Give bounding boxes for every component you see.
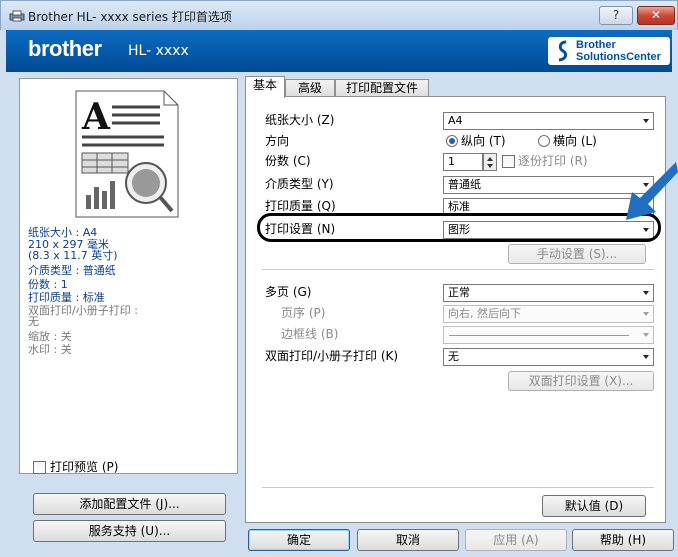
cancel-button[interactable]: 取消 — [357, 529, 459, 551]
solutions-center-button[interactable]: Brother SolutionsCenter — [548, 37, 670, 65]
chevron-down-icon — [643, 291, 649, 295]
portrait-label: 纵向 (T) — [461, 134, 506, 148]
add-profile-button[interactable]: 添加配置文件 (J)... — [33, 493, 226, 515]
summary-paper-inch: (8.3 x 11.7 英寸) — [28, 249, 118, 262]
title-bar: Brother HL- xxxx series 打印首选项 ? ✕ — [0, 0, 678, 30]
summary-copies: 份数 : 1 — [28, 278, 68, 291]
print-preview-checkbox[interactable] — [33, 461, 46, 474]
summary-scaling: 缩放 : 关 — [28, 330, 72, 343]
multipage-label: 多页 (G) — [265, 285, 312, 299]
summary-quality: 打印质量 : 标准 — [28, 291, 105, 304]
default-button[interactable]: 默认值 (D) — [542, 495, 646, 517]
summary-panel: A 纸张大小 : A4 210 x 297 毫米 (8.3 x 11.7 英寸)… — [19, 78, 238, 474]
window-title: Brother HL- xxxx series 打印首选项 — [28, 10, 232, 24]
line-style-sample — [449, 335, 629, 336]
collate-checkbox[interactable] — [502, 155, 515, 168]
brother-logo: brother — [28, 36, 102, 61]
orientation-label: 方向 — [265, 134, 290, 148]
svg-text:A: A — [81, 96, 111, 138]
solutions-line1: Brother — [576, 39, 616, 51]
support-button[interactable]: 服务支持 (U)... — [33, 520, 226, 542]
stepper-arrows-icon — [487, 157, 493, 168]
duplex-select[interactable]: 无 — [443, 348, 654, 366]
page-order-select[interactable]: 向右, 然后向下 — [443, 305, 654, 323]
duplex-label: 双面打印/小册子打印 (K) — [265, 349, 399, 363]
divider — [262, 487, 654, 488]
print-setting-label: 打印设置 (N) — [265, 222, 336, 236]
summary-duplex: 双面打印/小册子打印 : — [28, 304, 138, 317]
callout-arrow-icon — [626, 162, 678, 220]
chevron-down-icon — [643, 228, 649, 232]
paper-size-label: 纸张大小 (Z) — [265, 113, 335, 127]
close-button[interactable]: ✕ — [637, 6, 675, 25]
chevron-down-icon — [643, 119, 649, 123]
summary-duplex-value: 无 — [28, 315, 39, 328]
copies-stepper[interactable] — [483, 153, 497, 171]
help-button-bottom[interactable]: 帮助 (H) — [572, 529, 674, 551]
brand-bar: brother HL- xxxx Brother SolutionsCenter — [6, 30, 672, 72]
collate-label: 逐份打印 (R) — [518, 154, 588, 168]
multipage-select[interactable]: 正常 — [443, 284, 654, 302]
media-type-label: 介质类型 (Y) — [265, 177, 334, 191]
copies-label: 份数 (C) — [265, 154, 311, 168]
chevron-down-icon — [643, 333, 649, 337]
border-line-select[interactable] — [443, 326, 654, 344]
help-button[interactable]: ? — [599, 6, 633, 25]
printer-icon — [9, 10, 25, 22]
summary-watermark: 水印 : 关 — [28, 343, 72, 356]
duplex-settings-button[interactable]: 双面打印设置 (X)... — [508, 371, 654, 391]
page-order-label: 页序 (P) — [281, 306, 326, 320]
summary-paper-size: 纸张大小 : A4 — [28, 226, 98, 239]
chevron-down-icon — [643, 312, 649, 316]
model-name: HL- xxxx — [128, 43, 189, 59]
print-quality-label: 打印质量 (Q) — [265, 199, 336, 213]
copies-input[interactable]: 1 — [443, 153, 483, 171]
tab-basic[interactable]: 基本 — [245, 76, 285, 98]
landscape-radio[interactable] — [538, 135, 550, 147]
ok-button[interactable]: 确定 — [248, 529, 350, 551]
manual-settings-button[interactable]: 手动设置 (S)... — [508, 244, 646, 264]
page-preview-icon: A — [75, 90, 179, 218]
landscape-label: 横向 (L) — [553, 134, 597, 148]
print-preview-label: 打印预览 (P) — [50, 460, 119, 474]
chevron-down-icon — [643, 355, 649, 359]
divider — [262, 269, 654, 270]
solutions-line2: SolutionsCenter — [576, 51, 661, 63]
summary-media-type: 介质类型 : 普通纸 — [28, 264, 116, 277]
paper-size-select[interactable]: A4 — [443, 112, 654, 130]
apply-button[interactable]: 应用 (A) — [465, 529, 567, 551]
solutions-center-icon — [558, 40, 568, 62]
portrait-radio[interactable] — [446, 135, 458, 147]
border-line-label: 边框线 (B) — [281, 327, 339, 341]
